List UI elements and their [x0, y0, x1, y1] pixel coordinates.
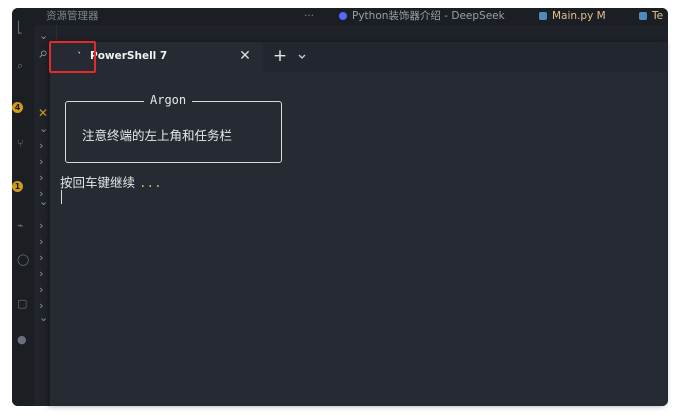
- extensions-icon[interactable]: ◯: [17, 254, 29, 266]
- close-icon[interactable]: ✕: [237, 47, 253, 65]
- tab-label: Main.py M: [552, 10, 606, 22]
- chevron-right-icon[interactable]: ›: [39, 284, 43, 296]
- tab-deepseek[interactable]: Python装饰器介绍 - DeepSeek: [339, 9, 505, 24]
- tab-te[interactable]: Te: [639, 9, 663, 24]
- deepseek-icon: [339, 12, 347, 20]
- editor-tab-bar: 资源管理器 ··· Python装饰器介绍 - DeepSeek Main.py…: [34, 8, 668, 25]
- bracket-icon[interactable]: ⎣: [17, 22, 29, 34]
- chevron-down-icon[interactable]: [296, 49, 308, 63]
- chevron-right-icon[interactable]: ›: [39, 140, 43, 152]
- more-actions-icon[interactable]: ···: [304, 9, 314, 24]
- prompt-text: 按回车键继续: [60, 175, 136, 190]
- tab-title: PowerShell 7: [90, 50, 168, 62]
- account-icon[interactable]: ●: [17, 334, 29, 346]
- terminal-output[interactable]: Argon 注意终端的左上角和任务栏 按回车键继续...: [50, 72, 668, 406]
- python-icon: [639, 12, 647, 20]
- chevron-down-icon[interactable]: ⌄: [39, 123, 48, 135]
- tab-main-py[interactable]: Main.py M: [539, 9, 606, 24]
- chevron-right-icon[interactable]: ›: [39, 236, 43, 248]
- message-box-text: 注意终端的左上角和任务栏: [82, 128, 233, 143]
- close-icon[interactable]: ✕: [38, 106, 48, 120]
- terminal-window: ` PowerShell 7 ✕ + Argon 注意终端的左上角和任务栏 按回…: [50, 42, 668, 406]
- chevron-right-icon[interactable]: ›: [39, 156, 43, 168]
- new-tab-button[interactable]: +: [272, 47, 288, 65]
- chevron-down-icon[interactable]: ⌄: [39, 196, 48, 208]
- terminal-tab-bar: ` PowerShell 7 ✕ +: [50, 42, 668, 72]
- text-cursor: [61, 190, 62, 204]
- source-control-icon[interactable]: ⑂: [17, 138, 29, 150]
- explorer-title: 资源管理器: [46, 10, 99, 22]
- search-icon[interactable]: ⌕: [17, 60, 29, 72]
- python-icon: [539, 12, 547, 20]
- chevron-right-icon[interactable]: ›: [39, 268, 43, 280]
- tab-label: Python装饰器介绍 - DeepSeek: [352, 10, 505, 22]
- notification-badge: 1: [12, 181, 23, 192]
- message-box-title: Argon: [144, 93, 193, 108]
- chevron-right-icon[interactable]: ›: [39, 252, 43, 264]
- activity-bar: ⎣ ⌕ 4 ⑂ 1 ⌁ ◯ ▢ ●: [12, 8, 35, 406]
- chevron-down-icon[interactable]: ⌄: [39, 30, 48, 42]
- prompt-line: 按回车键继续...: [60, 172, 162, 191]
- chevron-right-icon[interactable]: ›: [39, 172, 43, 184]
- run-icon[interactable]: ⌁: [17, 220, 29, 232]
- tab-label: Te: [652, 10, 664, 22]
- remote-icon[interactable]: ▢: [17, 298, 29, 310]
- prompt-dots: ...: [139, 175, 162, 190]
- chevron-down-icon[interactable]: ⌄: [39, 312, 48, 324]
- highlight-annotation: [49, 41, 96, 73]
- notification-badge: 4: [12, 102, 23, 113]
- chevron-right-icon[interactable]: ›: [39, 220, 43, 232]
